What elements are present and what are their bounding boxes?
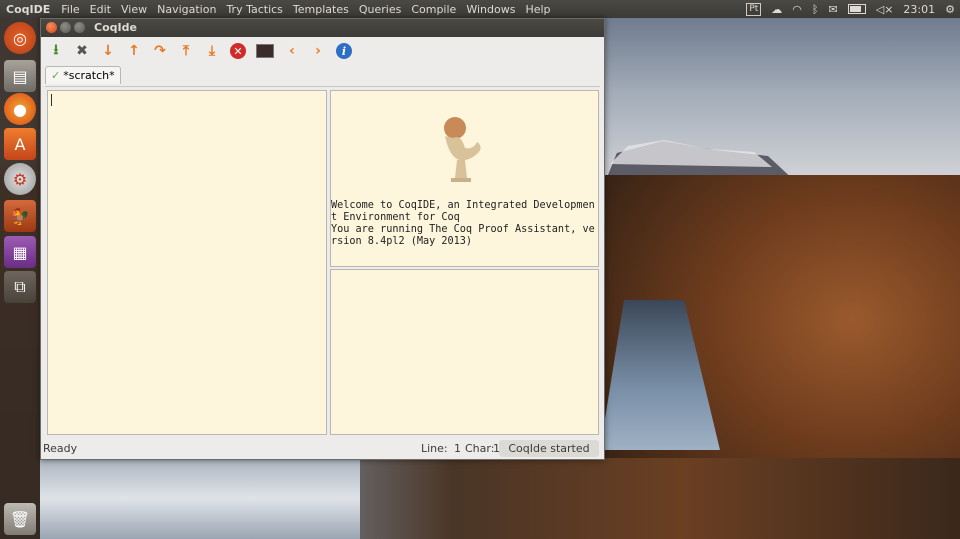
menu-file[interactable]: File [56, 3, 84, 16]
backward-icon[interactable]: ↑ [123, 40, 145, 62]
rooster-logo-icon [444, 117, 481, 182]
go-to-end-icon[interactable]: ⤓ [201, 40, 223, 62]
welcome-message: Welcome to CoqIDE, an Integrated Develop… [331, 200, 595, 247]
forward-icon[interactable]: ↓ [97, 40, 119, 62]
status-bar: Ready Line: 1 Char: 1 CoqIde started [41, 439, 604, 459]
app-name: CoqIDE [6, 2, 51, 16]
files-icon[interactable]: ▤ [4, 60, 36, 92]
cloud-icon[interactable]: ☁ [771, 3, 782, 16]
work-area: Welcome to CoqIDE, an Integrated Develop… [45, 86, 600, 436]
window-title: CoqIde [94, 21, 137, 34]
checkmark-icon: ✓ [51, 69, 61, 82]
menu-edit[interactable]: Edit [85, 3, 116, 16]
wallpaper-lake [40, 458, 360, 539]
input-method-indicator[interactable]: Pt [746, 2, 762, 16]
menu-compile[interactable]: Compile [406, 3, 461, 16]
interrupt-icon[interactable]: ✕ [230, 43, 246, 59]
window-minimize-button[interactable] [60, 22, 71, 33]
volume-icon[interactable]: ◁× [876, 3, 894, 16]
next-icon[interactable]: › [307, 40, 329, 62]
menu-windows[interactable]: Windows [461, 3, 520, 16]
workspace-switcher-icon[interactable]: ⧉ [4, 271, 36, 303]
menu-navigation[interactable]: Navigation [152, 3, 221, 16]
go-to-cursor-icon[interactable]: ↷ [149, 40, 171, 62]
coqide-window: CoqIde ⭳ ✖ ↓ ↑ ↷ ⤒ ⤓ ✕ ‹ › i ✓ *scratch* [40, 18, 605, 460]
previous-icon[interactable]: ‹ [281, 40, 303, 62]
coqide-icon[interactable]: 🐓 [4, 200, 36, 232]
tab-label: *scratch* [63, 69, 115, 82]
char-label: Char: [465, 442, 495, 455]
firefox-icon[interactable]: ● [4, 93, 36, 125]
toolbar: ⭳ ✖ ↓ ↑ ↷ ⤒ ⤓ ✕ ‹ › i [41, 37, 604, 65]
text-cursor [51, 94, 52, 106]
save-icon[interactable]: ⭳ [45, 40, 67, 62]
workspaces-icon[interactable]: ▦ [4, 236, 36, 268]
clock[interactable]: 23:01 [903, 3, 935, 16]
coqide-started-badge: CoqIde started [499, 440, 599, 457]
system-tray: Pt ☁ ◠ ᛒ ✉ ◁× 23:01 ⚙ [741, 0, 960, 18]
software-center-icon[interactable]: A [4, 128, 36, 160]
battery-icon[interactable] [847, 4, 866, 14]
power-gear-icon[interactable]: ⚙ [945, 3, 955, 16]
bluetooth-icon[interactable]: ᛒ [812, 3, 819, 16]
status-ready: Ready [43, 442, 78, 455]
goals-pane[interactable]: Welcome to CoqIDE, an Integrated Develop… [330, 90, 599, 267]
close-icon[interactable]: ✖ [71, 40, 93, 62]
system-settings-icon[interactable]: ⚙ [4, 163, 36, 195]
line-label: Line: [421, 442, 448, 455]
window-maximize-button[interactable] [74, 22, 85, 33]
menu-try-tactics[interactable]: Try Tactics [221, 3, 287, 16]
query-pane-icon[interactable] [256, 44, 274, 58]
wifi-icon[interactable]: ◠ [792, 3, 802, 16]
top-panel: CoqIDE File Edit View Navigation Try Tac… [0, 0, 960, 18]
ubuntu-dash-icon[interactable]: ◎ [4, 22, 36, 54]
menu-help[interactable]: Help [520, 3, 555, 16]
trash-icon[interactable]: 🗑 [4, 503, 36, 535]
menu-queries[interactable]: Queries [354, 3, 406, 16]
menu-view[interactable]: View [116, 3, 152, 16]
restart-icon[interactable]: ⤒ [175, 40, 197, 62]
tab-bar: ✓ *scratch* [41, 65, 604, 84]
window-titlebar[interactable]: CoqIde [41, 19, 604, 37]
mail-icon[interactable]: ✉ [829, 3, 838, 16]
menu-templates[interactable]: Templates [288, 3, 354, 16]
launcher: ◎ ▤ ● A ⚙ 🐓 ▦ ⧉ 🗑 [0, 18, 40, 539]
messages-pane[interactable] [330, 269, 599, 435]
script-editor[interactable] [47, 90, 327, 435]
tab-scratch[interactable]: ✓ *scratch* [45, 66, 121, 84]
about-icon[interactable]: i [336, 43, 352, 59]
window-close-button[interactable] [46, 22, 57, 33]
line-value: 1 [454, 442, 461, 455]
